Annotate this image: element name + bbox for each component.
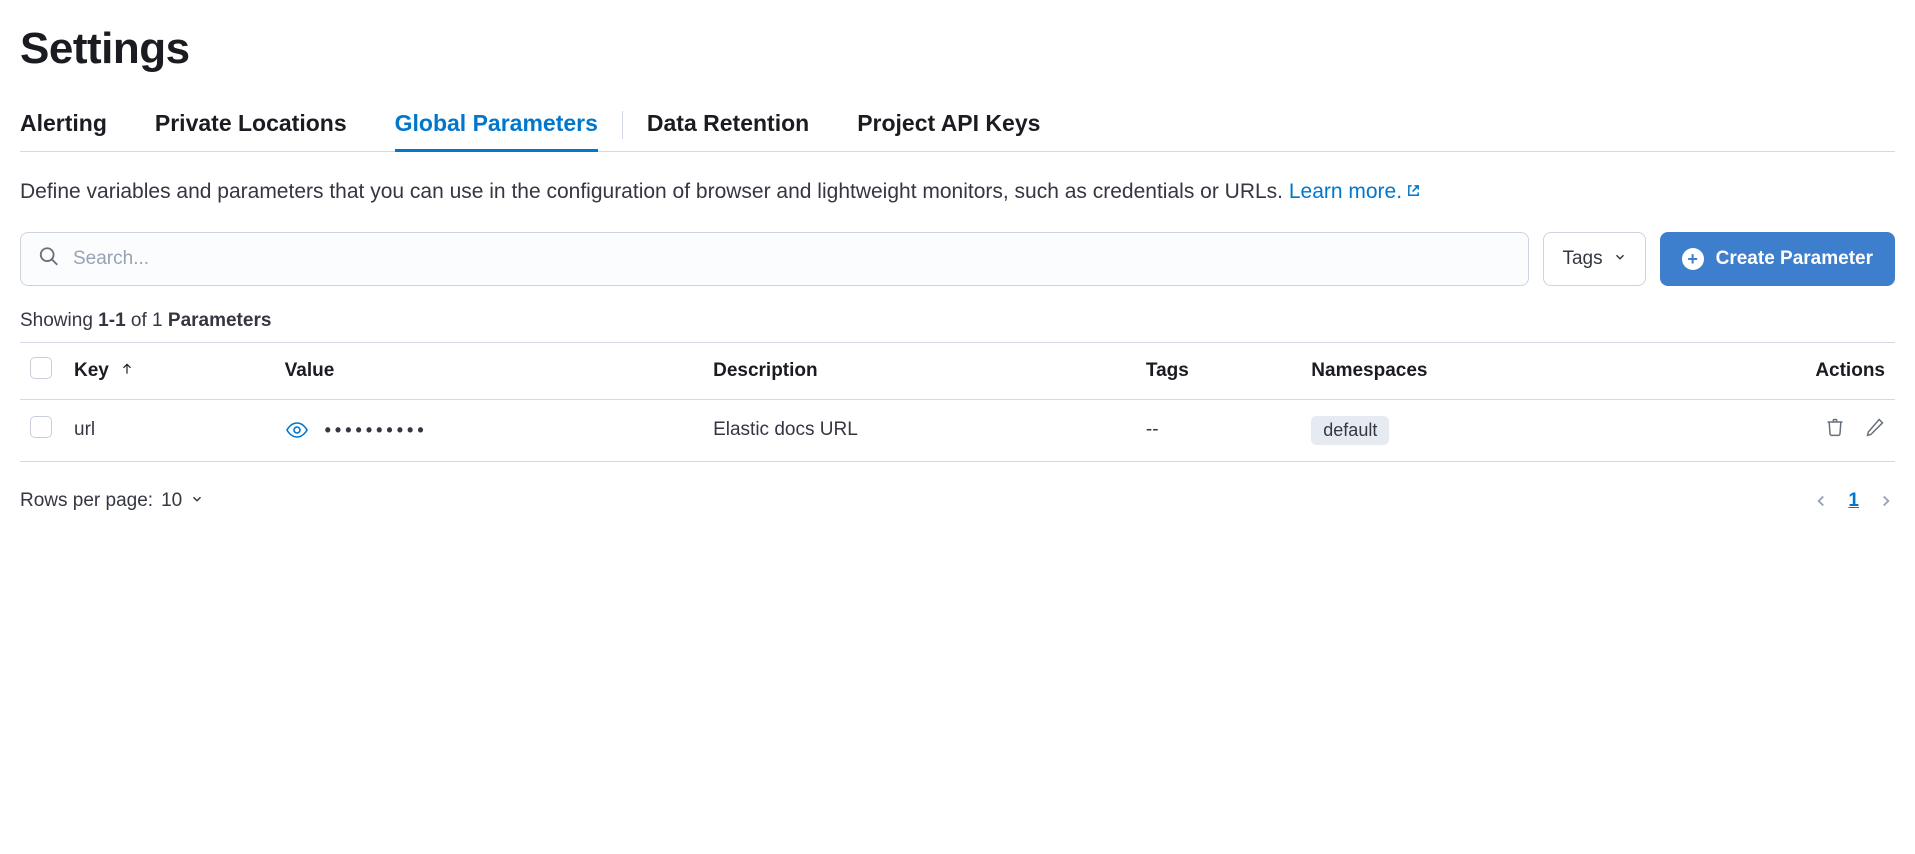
create-parameter-label: Create Parameter <box>1716 248 1873 270</box>
tab-global-parameters[interactable]: Global Parameters <box>395 98 598 152</box>
select-all-checkbox[interactable] <box>30 357 52 379</box>
delete-icon[interactable] <box>1825 417 1845 437</box>
cell-actions <box>1659 399 1895 461</box>
table-footer: Rows per page: 10 1 <box>20 490 1895 512</box>
cell-key: url <box>64 399 275 461</box>
namespace-badge: default <box>1311 416 1389 445</box>
results-mid: of 1 <box>126 310 168 331</box>
chevron-down-icon <box>1613 248 1627 270</box>
col-key-label: Key <box>74 360 109 381</box>
tab-private-locations[interactable]: Private Locations <box>155 98 347 152</box>
tab-description: Define variables and parameters that you… <box>20 176 1895 208</box>
col-actions: Actions <box>1659 342 1895 399</box>
cell-namespaces: default <box>1301 399 1659 461</box>
masked-value: •••••••••• <box>325 420 428 441</box>
results-range: 1-1 <box>98 310 125 331</box>
table-row: url •••••••••• Elastic docs URL -- defau… <box>20 399 1895 461</box>
cell-value: •••••••••• <box>275 399 703 461</box>
tab-alerting[interactable]: Alerting <box>20 98 107 152</box>
tags-filter-label: Tags <box>1562 248 1602 270</box>
toolbar: Tags + Create Parameter <box>20 232 1895 286</box>
col-tags[interactable]: Tags <box>1136 342 1301 399</box>
col-namespaces[interactable]: Namespaces <box>1301 342 1659 399</box>
learn-more-link[interactable]: Learn more. <box>1289 180 1421 203</box>
external-link-icon <box>1406 176 1421 208</box>
page-number[interactable]: 1 <box>1848 490 1859 512</box>
col-select <box>20 342 64 399</box>
tab-project-api-keys[interactable]: Project API Keys <box>857 98 1040 152</box>
results-count: Showing 1-1 of 1 Parameters <box>20 310 1895 332</box>
tags-filter-button[interactable]: Tags <box>1543 232 1645 286</box>
edit-icon[interactable] <box>1865 417 1885 437</box>
rows-per-page-value: 10 <box>161 490 182 512</box>
col-description[interactable]: Description <box>703 342 1136 399</box>
tab-data-retention[interactable]: Data Retention <box>647 98 809 152</box>
rows-per-page-label: Rows per page: <box>20 490 153 512</box>
search-input[interactable] <box>20 232 1529 286</box>
description-text: Define variables and parameters that you… <box>20 180 1289 203</box>
parameters-table: Key Value Description Tags Namespaces Ac… <box>20 342 1895 462</box>
search-icon <box>38 245 60 272</box>
plus-circle-icon: + <box>1682 248 1704 270</box>
row-checkbox[interactable] <box>30 416 52 438</box>
tab-divider <box>622 111 623 139</box>
col-key[interactable]: Key <box>64 342 275 399</box>
chevron-down-icon <box>190 490 204 512</box>
reveal-value-button[interactable] <box>285 418 309 442</box>
search-wrap <box>20 232 1529 286</box>
tabs-nav: Alerting Private Locations Global Parame… <box>20 98 1895 152</box>
prev-page-button[interactable] <box>1812 492 1830 510</box>
next-page-button[interactable] <box>1877 492 1895 510</box>
sort-asc-icon <box>120 360 134 381</box>
create-parameter-button[interactable]: + Create Parameter <box>1660 232 1895 286</box>
results-suffix: Parameters <box>168 310 272 331</box>
learn-more-label: Learn more. <box>1289 180 1402 203</box>
cell-tags: -- <box>1136 399 1301 461</box>
pagination: 1 <box>1812 490 1895 512</box>
page-title: Settings <box>20 24 1895 74</box>
col-value[interactable]: Value <box>275 342 703 399</box>
results-prefix: Showing <box>20 310 98 331</box>
cell-description: Elastic docs URL <box>703 399 1136 461</box>
rows-per-page-select[interactable]: Rows per page: 10 <box>20 490 204 512</box>
